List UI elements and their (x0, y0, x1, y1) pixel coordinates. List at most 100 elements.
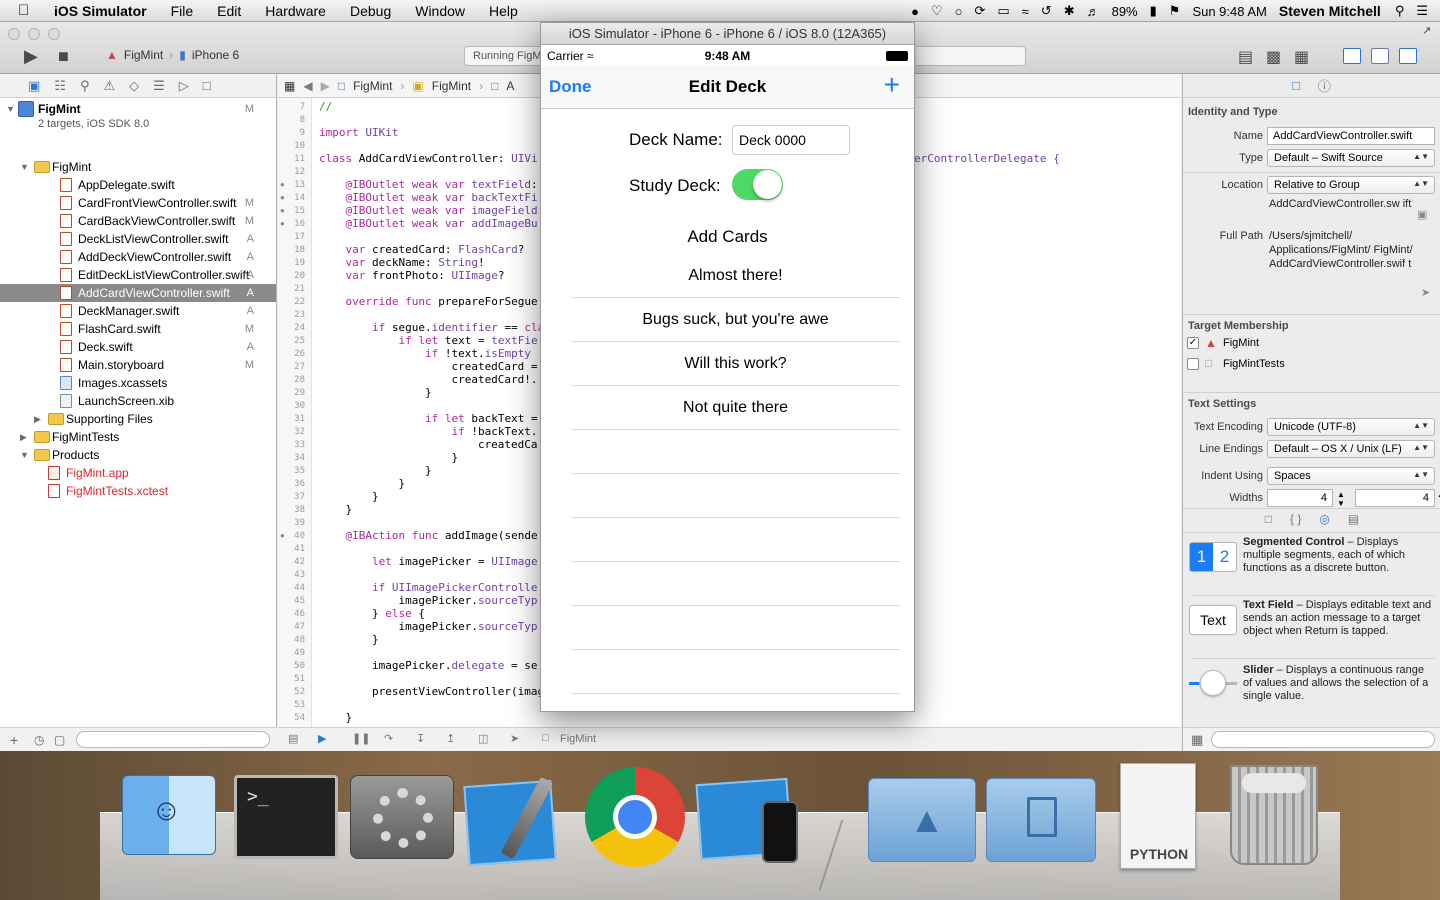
assistant-editor-icon[interactable]: ▩ (1266, 47, 1281, 67)
disclosure-open-icon[interactable]: ▼ (6, 104, 15, 114)
menu-edit[interactable]: Edit (217, 3, 241, 19)
library-item-text-field[interactable]: Text Text Field – Displays editable text… (1183, 597, 1440, 659)
deck-name-input[interactable]: Deck 0000 (732, 125, 850, 155)
tree-item[interactable]: Images.xcassets (0, 374, 276, 392)
window-close-button[interactable] (8, 28, 20, 40)
indent-select[interactable]: Spaces ▲▼ (1267, 467, 1435, 485)
dock-terminal[interactable]: >_ (234, 775, 338, 859)
fullscreen-icon[interactable]: ↗ (1422, 24, 1431, 37)
tree-item[interactable]: FigMint.app (0, 464, 276, 482)
file-name-field[interactable]: AddCardViewController.swift (1267, 127, 1435, 145)
tree-item[interactable]: ▶ FigMintTests (0, 428, 276, 446)
grid-view-icon[interactable]: ▦ (1191, 732, 1203, 748)
tree-item[interactable]: AddDeckViewController.swift A (0, 248, 276, 266)
airplay-icon[interactable]: ▭ (997, 3, 1009, 19)
tree-item[interactable]: LaunchScreen.xib (0, 392, 276, 410)
step-over-icon[interactable]: ↷ (384, 732, 393, 745)
window-zoom-button[interactable] (48, 28, 60, 40)
jump-crumb-file[interactable]: A (506, 79, 514, 93)
card-row[interactable]: Will this work? (571, 342, 900, 386)
disclosure-open-icon[interactable]: ▼ (20, 450, 29, 460)
card-row[interactable] (571, 474, 900, 518)
target-checkbox-figminttests[interactable] (1187, 358, 1199, 370)
target-checkbox-figmint[interactable]: ✓ (1187, 337, 1199, 349)
jump-crumb-group[interactable]: FigMint (432, 79, 471, 93)
disclosure-closed-icon[interactable]: ▶ (20, 432, 27, 443)
tree-item[interactable]: ▼ Products (0, 446, 276, 464)
outlet-connection-icon[interactable]: ● (280, 180, 285, 189)
navigator-filter-input[interactable] (76, 731, 270, 748)
reveal-arrow-icon[interactable]: ➤ (1421, 286, 1430, 299)
pause-icon[interactable]: ❚❚ (352, 732, 370, 745)
dock-finder[interactable]: ☺ (122, 775, 216, 855)
dock-google-chrome[interactable] (585, 767, 685, 867)
time-machine-icon[interactable]: ↺ (1041, 3, 1052, 19)
card-row[interactable]: Not quite there (571, 386, 900, 430)
scheme-selector[interactable]: ▲ FigMint › ▮ iPhone 6 (106, 48, 239, 62)
notification-center-icon[interactable]: ☰ (1416, 3, 1428, 19)
disclosure-closed-icon[interactable]: ▶ (34, 414, 41, 425)
back-arrow-icon[interactable]: ◀ (303, 79, 312, 93)
tree-item[interactable]: CardFrontViewController.swift M (0, 194, 276, 212)
location-select[interactable]: Relative to Group ▲▼ (1267, 176, 1435, 194)
spotlight-icon[interactable]: ⚲ (1395, 3, 1405, 19)
quick-help-icon[interactable]: ⓘ (1318, 76, 1331, 95)
version-editor-icon[interactable]: ▦ (1294, 47, 1309, 67)
view-debug-icon[interactable]: ◫ (478, 732, 488, 745)
apple-icon[interactable]:  (18, 2, 40, 19)
jump-crumb-project[interactable]: FigMint (353, 79, 392, 93)
dock-system-preferences[interactable] (350, 775, 454, 859)
card-row[interactable] (571, 650, 900, 694)
media-library-icon[interactable]: ▤ (1348, 512, 1359, 532)
menubar-clock[interactable]: Sun 9:48 AM (1192, 4, 1266, 19)
file-type-select[interactable]: Default – Swift Source ▲▼ (1267, 149, 1435, 167)
window-minimize-button[interactable] (28, 28, 40, 40)
dock-applications-folder[interactable]: ▲ (868, 778, 976, 862)
step-out-icon[interactable]: ↥ (446, 732, 455, 745)
volume-icon[interactable]: ♬ (1087, 4, 1100, 19)
tree-item[interactable]: FigMintTests.xctest (0, 482, 276, 500)
dock-xcode[interactable] (463, 775, 570, 866)
wifi-icon[interactable]: ≈ (1022, 4, 1029, 19)
file-inspector-icon[interactable]: □ (1292, 78, 1300, 93)
issue-tab-icon[interactable]: ⚠ (103, 78, 115, 94)
tree-item[interactable]: ▶ Supporting Files (0, 410, 276, 428)
toggle-utilities-button[interactable] (1399, 48, 1417, 64)
tree-item[interactable]: Main.storyboard M (0, 356, 276, 374)
battery-percent[interactable]: 89% (1112, 4, 1138, 19)
breakpoint-tab-icon[interactable]: ▷ (179, 78, 189, 94)
related-items-icon[interactable]: ▦ (284, 79, 295, 93)
battery-icon[interactable]: ▮ (1150, 3, 1157, 19)
card-row[interactable] (571, 562, 900, 606)
library-item-slider[interactable]: Slider – Displays a continuous range of … (1183, 660, 1440, 722)
sync-icon[interactable]: ⟳ (974, 3, 985, 19)
tree-item[interactable]: AddCardViewController.swift A (0, 284, 276, 302)
tree-item[interactable]: Deck.swift A (0, 338, 276, 356)
tab-width-field[interactable]: 4 (1267, 489, 1333, 507)
flag-icon[interactable]: ⚑ (1169, 3, 1181, 19)
menubar-user[interactable]: Steven Mitchell (1279, 3, 1381, 19)
menu-help[interactable]: Help (489, 3, 518, 19)
outlet-connection-icon[interactable]: ● (280, 193, 285, 202)
library-filter-input[interactable] (1211, 731, 1435, 748)
test-tab-icon[interactable]: ◇ (129, 78, 139, 94)
menu-debug[interactable]: Debug (350, 3, 391, 19)
add-card-plus-icon[interactable]: + (884, 69, 900, 101)
encoding-select[interactable]: Unicode (UTF-8) ▲▼ (1267, 418, 1435, 436)
card-row[interactable] (571, 518, 900, 562)
menu-app-name[interactable]: iOS Simulator (54, 3, 147, 19)
tree-item[interactable]: AppDelegate.swift (0, 176, 276, 194)
run-button[interactable]: ▶ (24, 46, 38, 67)
card-row[interactable] (571, 606, 900, 650)
folder-tab-icon[interactable]: ▣ (28, 78, 40, 94)
bluetooth-icon[interactable]: ✱ (1064, 3, 1075, 19)
study-deck-switch[interactable] (732, 169, 783, 200)
tree-item[interactable]: DeckManager.swift A (0, 302, 276, 320)
menu-hardware[interactable]: Hardware (265, 3, 326, 19)
symbol-tab-icon[interactable]: ☷ (54, 78, 66, 94)
dock-python-file[interactable]: PYTHON (1120, 763, 1196, 869)
location-icon[interactable]: ➤ (510, 732, 519, 745)
notification-bell-icon[interactable]: ♡ (931, 3, 943, 19)
tree-item[interactable]: EditDeckListViewController.swift A (0, 266, 276, 284)
hide-debug-icon[interactable]: ▤ (288, 732, 298, 745)
